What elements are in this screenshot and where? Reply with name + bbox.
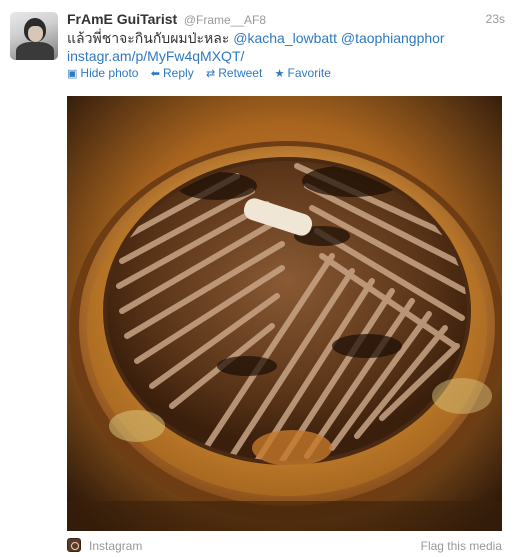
- tweet-text-body: แล้วพี่ชาจะกินกับผมป่ะหละ: [67, 30, 234, 46]
- mention-taophiangphor[interactable]: @taophiangphor: [341, 30, 445, 46]
- mention-kacha[interactable]: @kacha_lowbatt: [233, 30, 337, 46]
- reply-label: Reply: [163, 66, 194, 80]
- hide-photo-button[interactable]: ▣ Hide photo: [67, 66, 138, 80]
- reply-button[interactable]: ⬅ Reply: [151, 66, 194, 80]
- grill-pan-image: [67, 96, 502, 531]
- tweet-actions: ▣ Hide photo ⬅ Reply ⇄ Retweet ★ Favorite: [67, 66, 340, 80]
- media-footer: Instagram Flag this media: [67, 538, 502, 554]
- instagram-icon: [67, 538, 81, 552]
- retweet-button[interactable]: ⇄ Retweet: [206, 66, 262, 80]
- tweet-photo[interactable]: [67, 96, 502, 531]
- user-handle[interactable]: @Frame__AF8: [184, 13, 266, 27]
- star-icon: ★: [274, 68, 285, 80]
- tweet-header: FrAmE GuiTarist @Frame__AF8 23s: [67, 11, 505, 29]
- tweet-text: แล้วพี่ชาจะกินกับผมป่ะหละ @kacha_lowbatt…: [67, 29, 487, 65]
- avatar[interactable]: [10, 12, 58, 60]
- retweet-label: Retweet: [218, 66, 263, 80]
- media-source[interactable]: Instagram: [89, 539, 142, 553]
- tweet-timestamp[interactable]: 23s: [486, 12, 505, 26]
- photo-icon: ▣: [67, 68, 78, 80]
- retweet-icon: ⇄: [206, 68, 216, 80]
- favorite-button[interactable]: ★ Favorite: [275, 66, 331, 80]
- flag-media-link[interactable]: Flag this media: [421, 539, 502, 553]
- instagram-link[interactable]: instagr.am/p/MyFw4qMXQT/: [67, 47, 487, 65]
- user-fullname[interactable]: FrAmE GuiTarist: [67, 11, 177, 27]
- favorite-label: Favorite: [287, 66, 331, 80]
- tweet: FrAmE GuiTarist @Frame__AF8 23s แล้วพี่ช…: [0, 0, 517, 557]
- hide-photo-label: Hide photo: [80, 66, 139, 80]
- reply-icon: ⬅: [150, 68, 161, 80]
